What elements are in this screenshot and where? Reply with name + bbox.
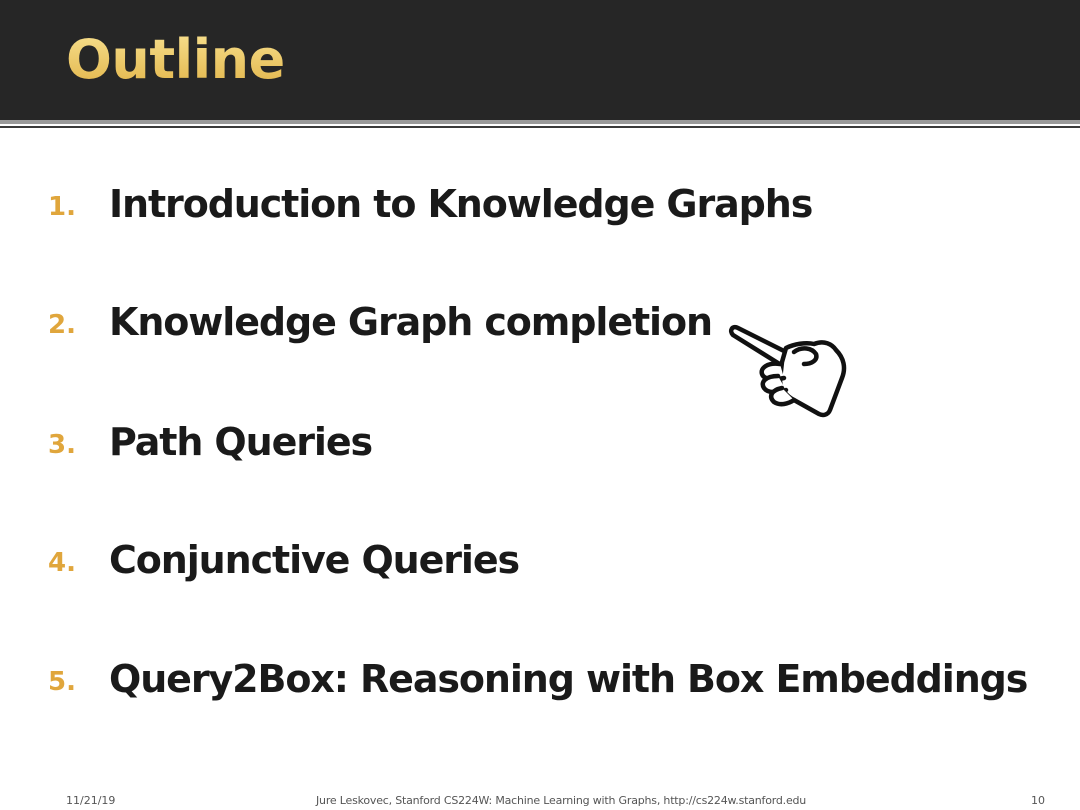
outline-item-text: Path Queries — [109, 420, 373, 464]
outline-item-4: 4. Conjunctive Queries — [0, 532, 1080, 592]
outline-item-number: 1. — [48, 192, 76, 222]
footer-credit: Jure Leskovec, Stanford CS224W: Machine … — [316, 794, 807, 807]
outline-list: 1. Introduction to Knowledge Graphs 2. K… — [0, 0, 1080, 810]
outline-item-number: 3. — [48, 430, 76, 460]
footer-page-number: 10 — [1031, 794, 1045, 807]
outline-item-number: 4. — [48, 548, 76, 578]
pointing-hand-icon — [728, 325, 847, 418]
outline-item-1: 1. Introduction to Knowledge Graphs — [0, 176, 1080, 236]
outline-item-number: 5. — [48, 667, 76, 697]
outline-item-2: 2. Knowledge Graph completion — [0, 294, 1080, 354]
footer-date: 11/21/19 — [66, 794, 116, 807]
outline-item-text: Introduction to Knowledge Graphs — [109, 182, 813, 226]
outline-item-text: Knowledge Graph completion — [109, 300, 713, 344]
outline-item-text: Query2Box: Reasoning with Box Embeddings — [109, 657, 1028, 701]
outline-item-number: 2. — [48, 310, 76, 340]
outline-item-text: Conjunctive Queries — [109, 538, 520, 582]
slide: Outline 1. Introduction to Knowledge Gra… — [0, 0, 1080, 810]
outline-item-5: 5. Query2Box: Reasoning with Box Embeddi… — [0, 651, 1080, 711]
outline-item-3: 3. Path Queries — [0, 414, 1080, 474]
